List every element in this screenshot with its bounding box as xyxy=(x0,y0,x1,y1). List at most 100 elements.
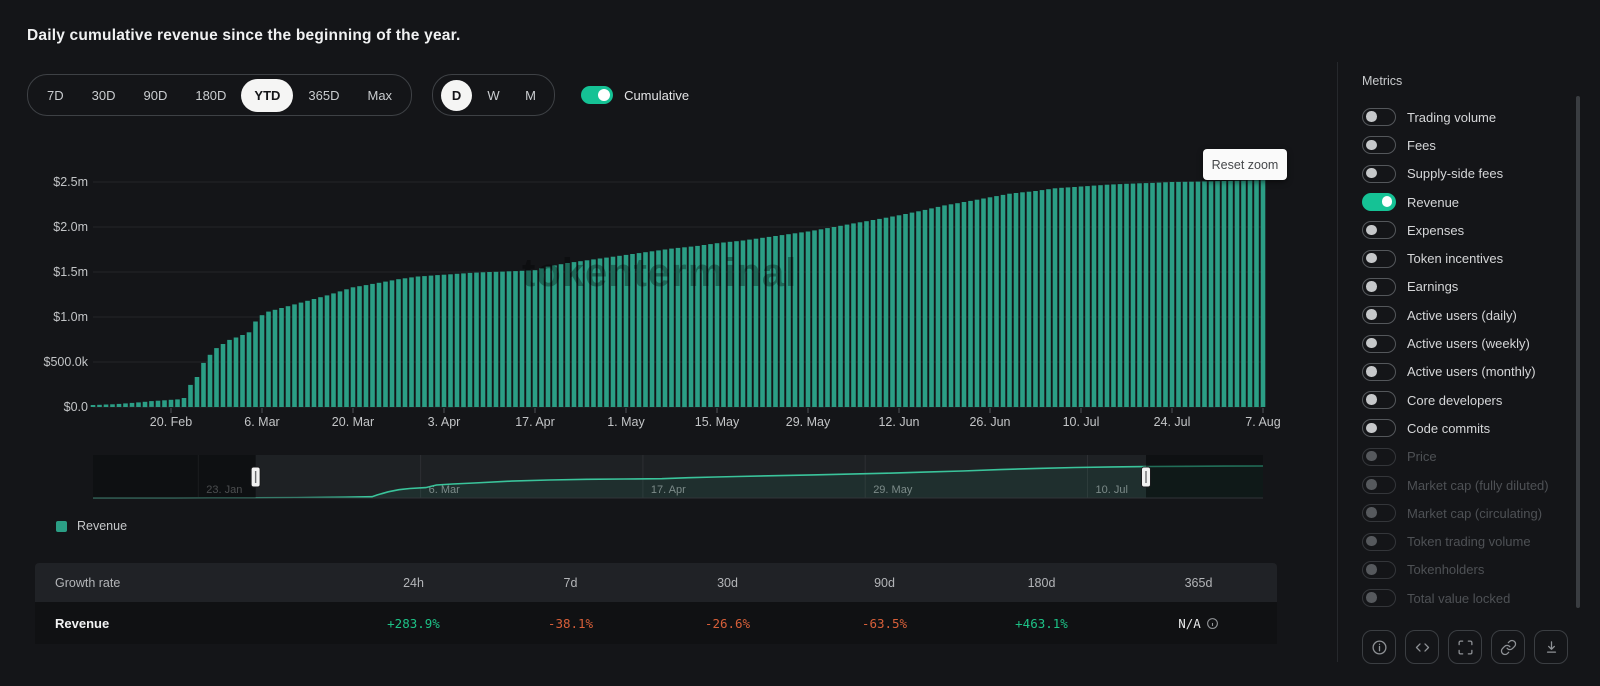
x-axis-label: 20. Feb xyxy=(150,415,192,429)
metric-item-total-value-locked: Total value locked xyxy=(1362,584,1549,612)
metric-label: Token trading volume xyxy=(1407,534,1531,550)
x-axis-label: 15. May xyxy=(695,415,740,429)
metric-label: Fees xyxy=(1407,137,1436,153)
growth-column-30d: 30d xyxy=(717,575,738,590)
metric-item-token-incentives[interactable]: Token incentives xyxy=(1362,244,1549,272)
growth-column-180d: 180d xyxy=(1027,575,1056,590)
fullscreen-button[interactable] xyxy=(1448,630,1482,664)
growth-table-row: Revenue +283.9% -38.1% -26.6% -63.5% +463.1% N… xyxy=(35,602,1277,644)
metric-item-active-users-weekly[interactable]: Active users (weekly) xyxy=(1362,329,1549,357)
metric-label: Earnings xyxy=(1407,279,1459,295)
y-axis-label: $500.0k xyxy=(44,355,89,369)
metric-label: Active users (daily) xyxy=(1407,307,1517,323)
metric-toggle xyxy=(1362,532,1396,551)
info-icon xyxy=(1371,639,1387,655)
metrics-scrollbar[interactable] xyxy=(1576,96,1580,608)
metric-toggle xyxy=(1362,447,1396,466)
growth-value-30d: -26.6% xyxy=(704,615,751,631)
download-button[interactable] xyxy=(1534,630,1568,664)
embed-code-icon xyxy=(1415,642,1429,652)
info-button[interactable] xyxy=(1362,630,1396,664)
metrics-panel-divider xyxy=(1337,62,1338,662)
range-button-365d[interactable]: 365D xyxy=(295,79,352,112)
metric-toggle[interactable] xyxy=(1362,136,1396,155)
toggle-knob-icon xyxy=(1366,139,1377,151)
metric-item-expenses[interactable]: Expenses xyxy=(1362,216,1549,244)
metric-toggle[interactable] xyxy=(1362,164,1396,183)
reset-zoom-button[interactable]: Reset zoom xyxy=(1203,149,1287,180)
range-button-90d[interactable]: 90D xyxy=(130,79,180,112)
toggle-knob-icon xyxy=(1366,167,1377,179)
metric-item-core-developers[interactable]: Core developers xyxy=(1362,386,1549,414)
metric-label: Token incentives xyxy=(1407,251,1504,267)
chart-legend[interactable]: Revenue xyxy=(56,519,127,533)
cumulative-label: Cumulative xyxy=(624,87,690,103)
frequency-button-m[interactable]: M xyxy=(515,80,546,111)
revenue-chart[interactable]: $0.0 $500.0k $1.0m $1.5m $2.0m $2.5m tokenterm… xyxy=(0,140,1300,510)
y-axis-label: $2.0m xyxy=(53,220,88,234)
metric-toggle[interactable] xyxy=(1362,249,1396,268)
metric-toggle[interactable] xyxy=(1362,221,1396,240)
x-axis-label: 12. Jun xyxy=(878,415,919,429)
metric-toggle[interactable] xyxy=(1362,306,1396,325)
range-button-max[interactable]: Max xyxy=(355,79,406,112)
frequency-button-d[interactable]: D xyxy=(441,79,473,111)
metric-label: Active users (monthly) xyxy=(1407,364,1536,380)
metric-item-token-trading-volume: Token trading volume xyxy=(1362,527,1549,555)
metric-item-active-users-daily[interactable]: Active users (daily) xyxy=(1362,301,1549,329)
growth-value-365d: N/A xyxy=(1120,616,1277,631)
growth-table-header: Growth rate 24h 7d 30d 90d 180d 365d xyxy=(35,563,1277,602)
x-axis-label: 10. Jul xyxy=(1063,415,1100,429)
growth-value-180d: +463.1% xyxy=(1015,615,1068,631)
metric-item-earnings[interactable]: Earnings xyxy=(1362,273,1549,301)
x-axis-label: 20. Mar xyxy=(332,415,374,429)
metrics-list: Trading volume Fees Supply-side fees Revenu… xyxy=(1362,103,1549,612)
range-button-30d[interactable]: 30D xyxy=(79,79,129,112)
growth-column-24h: 24h xyxy=(403,575,424,590)
metric-toggle xyxy=(1362,504,1396,523)
metric-label: Revenue xyxy=(1407,194,1460,210)
metric-toggle[interactable] xyxy=(1362,391,1396,410)
range-button-7d[interactable]: 7D xyxy=(34,79,77,112)
embed-code-button[interactable] xyxy=(1405,630,1439,664)
metric-toggle[interactable] xyxy=(1362,193,1396,212)
share-link-icon xyxy=(1500,639,1516,655)
metric-toggle[interactable] xyxy=(1362,362,1396,381)
metric-item-code-commits[interactable]: Code commits xyxy=(1362,414,1549,442)
toggle-knob-icon xyxy=(1366,592,1377,603)
toggle-knob-icon xyxy=(1366,394,1377,405)
x-axis-label: 29. May xyxy=(786,415,831,429)
metric-label: Market cap (fully diluted) xyxy=(1407,477,1549,493)
navigator-handle-right[interactable] xyxy=(1141,466,1151,488)
metric-item-supply-side-fees[interactable]: Supply-side fees xyxy=(1362,160,1549,188)
frequency-button-w[interactable]: W xyxy=(478,80,509,111)
metric-item-active-users-monthly[interactable]: Active users (monthly) xyxy=(1362,358,1549,386)
toggle-knob-icon xyxy=(1366,337,1377,349)
metrics-panel-title: Metrics xyxy=(1362,74,1403,88)
fullscreen-icon xyxy=(1457,639,1473,655)
metric-item-revenue[interactable]: Revenue xyxy=(1362,188,1549,216)
x-axis-label: 6. Mar xyxy=(244,415,279,429)
toggle-knob-icon xyxy=(1366,366,1377,377)
toggle-knob-icon xyxy=(1366,281,1377,292)
range-button-ytd[interactable]: YTD xyxy=(241,78,294,112)
metric-item-fees[interactable]: Fees xyxy=(1362,131,1549,159)
metric-toggle[interactable] xyxy=(1362,419,1396,438)
growth-row-label: Revenue xyxy=(55,615,110,631)
growth-column-7d: 7d xyxy=(563,575,578,590)
growth-table-title: Growth rate xyxy=(55,575,121,590)
y-axis-label: $2.5m xyxy=(53,175,88,189)
metric-toggle[interactable] xyxy=(1362,108,1396,127)
navigator-handle-left[interactable] xyxy=(250,466,261,488)
cumulative-toggle[interactable] xyxy=(581,86,614,104)
metric-toggle[interactable] xyxy=(1362,334,1396,353)
range-button-180d[interactable]: 180D xyxy=(182,79,239,112)
toggle-knob-icon xyxy=(1366,422,1377,434)
share-link-button[interactable] xyxy=(1491,630,1525,664)
cumulative-control: Cumulative xyxy=(581,86,689,104)
metric-toggle xyxy=(1362,589,1396,608)
metric-item-trading-volume[interactable]: Trading volume xyxy=(1362,103,1549,131)
toggle-knob-icon xyxy=(1366,252,1377,264)
metric-label: Total value locked xyxy=(1407,590,1511,606)
metric-toggle[interactable] xyxy=(1362,277,1396,296)
